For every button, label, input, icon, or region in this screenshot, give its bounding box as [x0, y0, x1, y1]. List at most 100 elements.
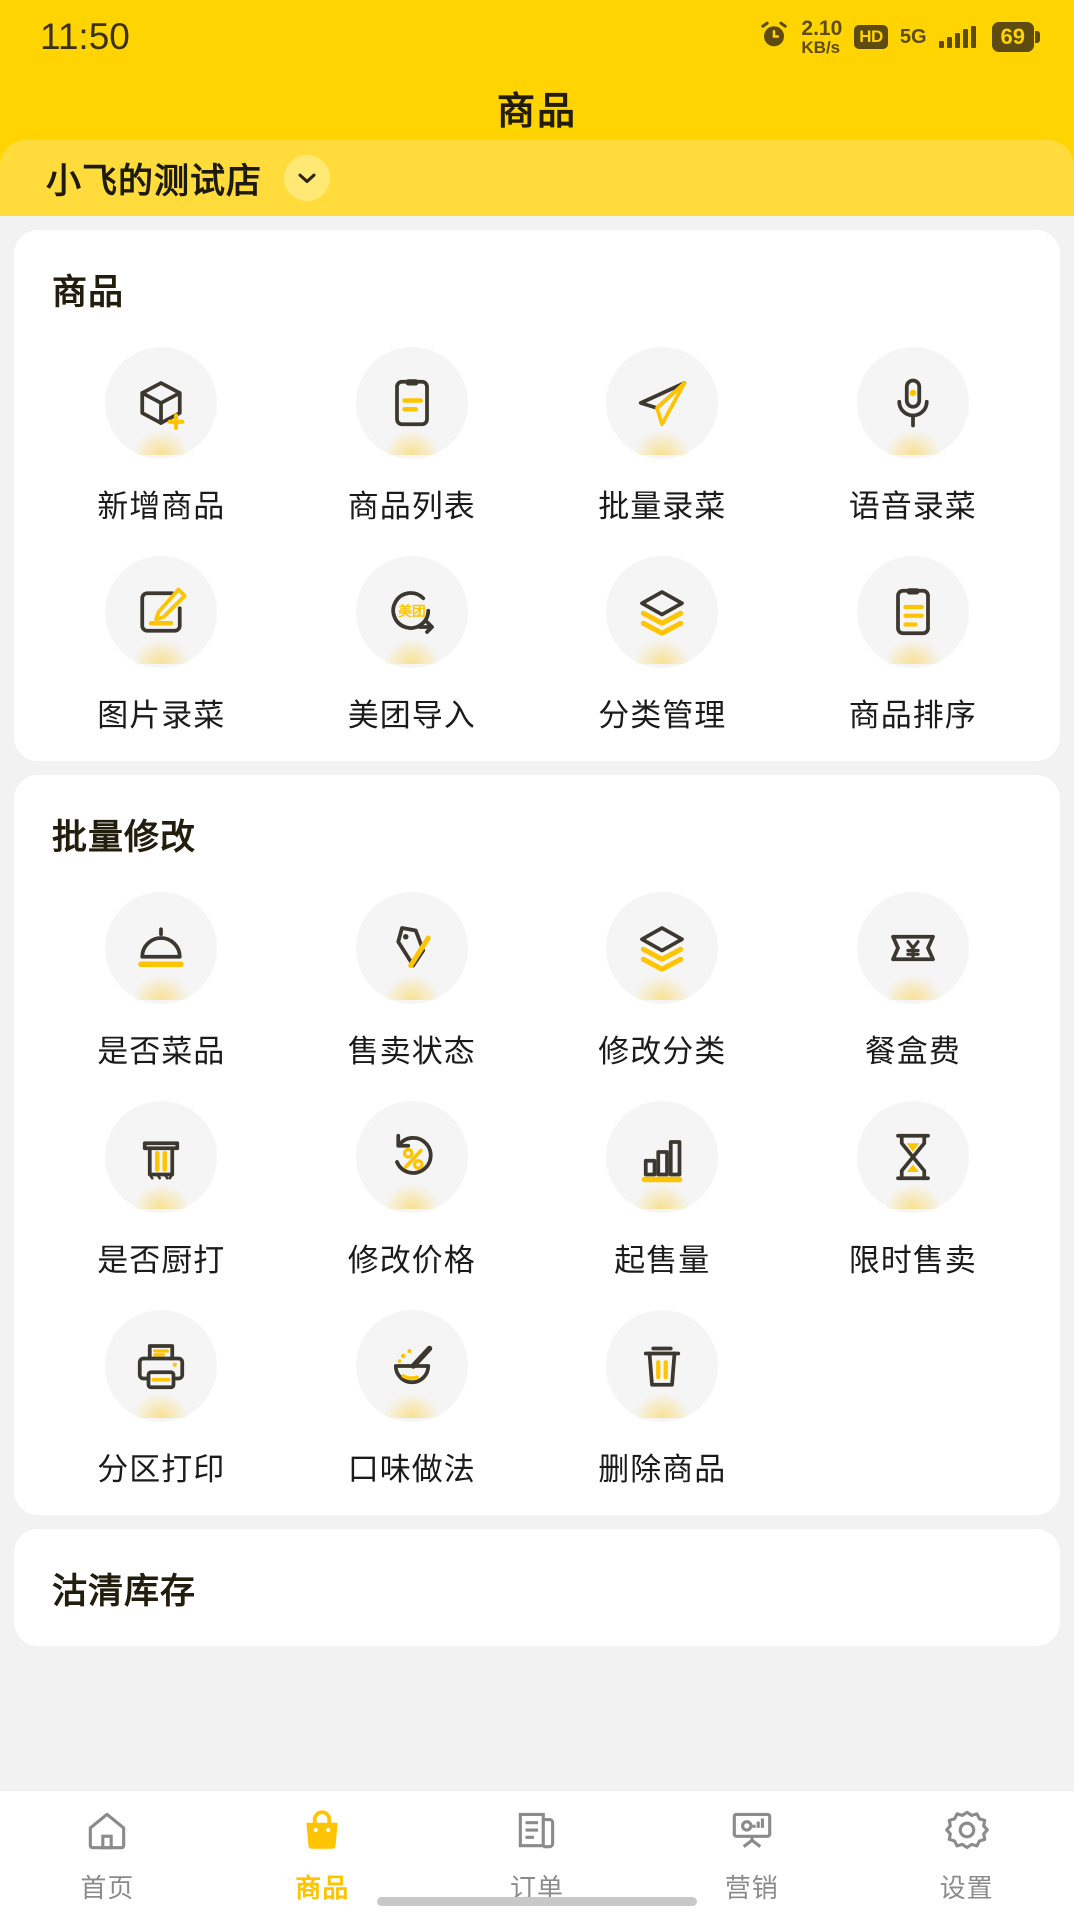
status-time: 11:50 [40, 16, 130, 57]
grid-item-label: 是否菜品 [97, 1034, 226, 1069]
grid-item-label: 批量录菜 [598, 489, 727, 524]
page-header: 商品 [0, 74, 1074, 140]
grid-item-分类管理[interactable]: 分类管理 [537, 530, 788, 735]
grid-item-label: 图片录菜 [97, 698, 226, 733]
network-speed: 2.10 KB/s [801, 18, 842, 56]
grid-item-label: 餐盒费 [864, 1034, 961, 1069]
paper-plane-icon [606, 347, 719, 459]
grid-item-label: 修改分类 [598, 1034, 727, 1069]
battery-icon: 69 [991, 22, 1041, 52]
clipboard-sort-icon [856, 556, 969, 668]
shop-bar-wrapper: 小飞的测试店 [0, 140, 1074, 216]
grid-item-限时售卖[interactable]: 限时售卖 [788, 1075, 1039, 1280]
bar-chart-icon [606, 1101, 719, 1213]
grid-item-图片录菜[interactable]: 图片录菜 [36, 530, 287, 735]
bottom-tab-bar: 首页 商品 订单营销 设置 [0, 1790, 1074, 1914]
shop-selector[interactable]: 小飞的测试店 [0, 140, 1074, 216]
tab-label: 首页 [80, 1873, 135, 1903]
section-card: 商品 新增商品 商品列表 批量录菜 语音录菜 图片录菜 美团 美团导入 分类管理 商品排序 [14, 230, 1060, 761]
grid-item-label: 语音录菜 [848, 489, 977, 524]
tab-首页[interactable]: 首页 [0, 1805, 215, 1905]
page-title: 商品 [496, 90, 577, 133]
meituan-import-icon: 美团 [355, 556, 468, 668]
network-speed-value: 2.10 [801, 17, 843, 40]
shop-name: 小飞的测试店 [46, 161, 263, 201]
grid-item-删除商品[interactable]: 删除商品 [537, 1284, 788, 1489]
grid-item-label: 分区打印 [97, 1452, 226, 1487]
section-grid: 是否菜品 售卖状态 修改分类 餐盒费是否厨打 修改价格 起售量 限时售卖分区打印 口味做法 删除… [36, 866, 1038, 1489]
grid-item-商品列表[interactable]: 商品列表 [287, 321, 538, 526]
grid-item-商品排序[interactable]: 商品排序 [788, 530, 1039, 735]
grid-item-批量录菜[interactable]: 批量录菜 [537, 321, 788, 526]
section-card: 沽清库存 [14, 1529, 1060, 1646]
clipboard-list-icon [355, 347, 468, 459]
app-root: 11:50 2.10 KB/s HD 5G 69 商品 小飞的测试店 商品 新增… [0, 0, 1074, 1914]
grid-item-新增商品[interactable]: 新增商品 [36, 321, 287, 526]
microphone-icon [856, 347, 969, 459]
svg-text:美团: 美团 [398, 603, 426, 619]
mortar-pestle-icon [355, 1310, 468, 1422]
kitchen-print-icon [105, 1101, 218, 1213]
tab-label: 营销 [724, 1873, 779, 1903]
status-icons: 2.10 KB/s HD 5G 69 [759, 18, 1041, 56]
hd-icon: HD [854, 25, 888, 49]
image-edit-icon [105, 556, 218, 668]
alarm-icon [759, 20, 789, 55]
home-icon [82, 1805, 132, 1860]
percent-refresh-icon [355, 1101, 468, 1213]
hourglass-icon [856, 1101, 969, 1213]
grid-item-label: 商品列表 [347, 489, 476, 524]
trash-icon [606, 1310, 719, 1422]
grid-item-美团导入[interactable]: 美团 美团导入 [287, 530, 538, 735]
content-scroll[interactable]: 商品 新增商品 商品列表 批量录菜 语音录菜 图片录菜 美团 美团导入 分类管理 商品排序 批量修改… [0, 216, 1074, 1790]
chevron-down-icon[interactable] [284, 155, 331, 201]
yuan-ticket-icon [856, 892, 969, 1004]
printer-icon [105, 1310, 218, 1422]
grid-item-语音录菜[interactable]: 语音录菜 [788, 321, 1039, 526]
section-grid: 新增商品 商品列表 批量录菜 语音录菜 图片录菜 美团 美团导入 分类管理 商品排序 [36, 321, 1038, 735]
tab-label: 商品 [295, 1873, 350, 1903]
grid-item-label: 美团导入 [347, 698, 476, 733]
grid-item-售卖状态[interactable]: 售卖状态 [287, 866, 538, 1071]
status-bar: 11:50 2.10 KB/s HD 5G 69 [0, 0, 1074, 74]
grid-item-label: 售卖状态 [347, 1034, 476, 1069]
marketing-board-icon [727, 1805, 777, 1860]
tab-label: 设置 [939, 1873, 994, 1903]
grid-item-label: 是否厨打 [97, 1243, 226, 1278]
grid-item-label: 限时售卖 [848, 1243, 977, 1278]
section-card: 批量修改是否菜品 售卖状态 修改分类 餐盒费是否厨打 修改价格 起售量 限时售卖分区打印 口味… [14, 775, 1060, 1515]
grid-item-口味做法[interactable]: 口味做法 [287, 1284, 538, 1489]
shopping-bag-icon [297, 1805, 347, 1860]
grid-item-label: 删除商品 [598, 1452, 727, 1487]
network-type-label: 5G [899, 26, 927, 48]
grid-item-餐盒费[interactable]: 餐盒费 [788, 866, 1039, 1071]
grid-item-label: 分类管理 [598, 698, 727, 733]
tab-营销[interactable]: 营销 [644, 1805, 859, 1905]
section-title: 批量修改 [52, 818, 197, 857]
grid-item-修改价格[interactable]: 修改价格 [287, 1075, 538, 1280]
grid-item-是否厨打[interactable]: 是否厨打 [36, 1075, 287, 1280]
signal-icon [938, 26, 976, 48]
order-list-icon [512, 1805, 562, 1860]
tab-设置[interactable]: 设置 [859, 1805, 1074, 1905]
gear-icon [942, 1805, 992, 1860]
grid-item-label: 口味做法 [347, 1452, 476, 1487]
grid-item-修改分类[interactable]: 修改分类 [537, 866, 788, 1071]
grid-item-label: 新增商品 [97, 489, 226, 524]
grid-item-起售量[interactable]: 起售量 [537, 1075, 788, 1280]
section-title: 商品 [52, 273, 125, 312]
grid-item-label: 修改价格 [347, 1243, 476, 1278]
home-indicator [377, 1897, 697, 1906]
network-speed-unit: KB/s [801, 38, 841, 57]
box-plus-icon [105, 347, 218, 459]
food-cloche-icon [105, 892, 218, 1004]
tab-订单[interactable]: 订单 [430, 1805, 645, 1905]
layers-icon [606, 892, 719, 1004]
tab-商品[interactable]: 商品 [215, 1805, 430, 1905]
grid-item-label: 起售量 [614, 1243, 711, 1278]
grid-item-label: 商品排序 [848, 698, 977, 733]
grid-item-是否菜品[interactable]: 是否菜品 [36, 866, 287, 1071]
section-title: 沽清库存 [52, 1572, 197, 1611]
layers-icon [606, 556, 719, 668]
grid-item-分区打印[interactable]: 分区打印 [36, 1284, 287, 1489]
